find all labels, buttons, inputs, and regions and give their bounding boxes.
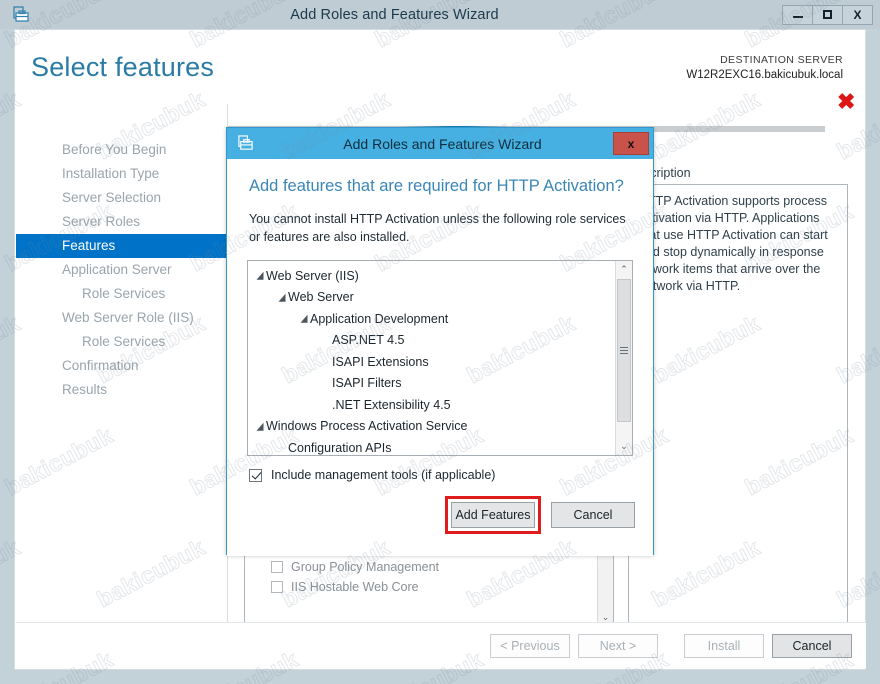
- cancel-button[interactable]: Cancel: [772, 633, 852, 658]
- minimize-button[interactable]: [782, 4, 813, 25]
- list-item-label: Group Policy Management: [291, 560, 439, 574]
- required-features-tree[interactable]: ◢ Web Server (IIS) ◢ Web Server ◢ Applic…: [247, 260, 633, 456]
- tree-item[interactable]: ◢ Web Server (IIS): [254, 265, 632, 287]
- include-management-tools-checkbox[interactable]: Include management tools (if applicable): [249, 468, 633, 482]
- tree-item-label: Web Server (IIS): [266, 268, 359, 283]
- wizard-footer: < Previous Next > Install Cancel: [16, 622, 866, 668]
- tree-item-spacer: [320, 356, 332, 368]
- tree-item[interactable]: .NET Extensibility 4.5: [254, 394, 632, 416]
- sidebar-item-confirmation[interactable]: Confirmation: [16, 354, 227, 378]
- sidebar-item-results[interactable]: Results: [16, 378, 227, 402]
- next-button[interactable]: Next >: [578, 633, 658, 658]
- tree-item[interactable]: Configuration APIs: [254, 437, 632, 455]
- tree-item[interactable]: ISAPI Filters: [254, 373, 632, 395]
- sidebar-item-server-selection[interactable]: Server Selection: [16, 186, 227, 210]
- window-titlebar: Add Roles and Features Wizard X: [0, 0, 880, 29]
- dialog-close-button[interactable]: x: [613, 132, 649, 155]
- window-controls: X: [782, 4, 873, 25]
- description-text: HTTP Activation supports process activat…: [628, 184, 848, 626]
- expand-triangle-icon[interactable]: ◢: [298, 312, 310, 325]
- wizard-window: Add Roles and Features Wizard X Select f…: [0, 0, 880, 684]
- tree-item[interactable]: ◢ Web Server: [254, 287, 632, 309]
- sidebar-item-installation-type[interactable]: Installation Type: [16, 162, 227, 186]
- scrollbar-thumb[interactable]: [617, 279, 631, 422]
- chevron-up-icon[interactable]: ⌃: [616, 261, 632, 278]
- dialog-button-row: Add Features Cancel: [445, 496, 635, 534]
- list-item-label: IIS Hostable Web Core: [291, 580, 419, 594]
- close-button[interactable]: X: [842, 4, 873, 25]
- sidebar-item-features[interactable]: Features: [16, 234, 227, 258]
- install-button[interactable]: Install: [684, 633, 764, 658]
- tree-item-label: Windows Process Activation Service: [266, 419, 468, 434]
- tree-scrollbar[interactable]: ⌃ ⌄: [615, 261, 632, 455]
- list-item[interactable]: IIS Hostable Web Core: [245, 577, 613, 597]
- tree-item-label: Web Server: [288, 290, 354, 305]
- tree-item-label: .NET Extensibility 4.5: [332, 397, 451, 412]
- sidebar-item-role-services-iis[interactable]: Role Services: [16, 330, 227, 354]
- checkbox-checked-icon[interactable]: [249, 468, 262, 482]
- tree-item-spacer: [320, 335, 332, 347]
- dialog-titlebar: Add Roles and Features Wizard x: [227, 128, 653, 159]
- expand-triangle-icon[interactable]: ◢: [276, 291, 288, 304]
- tree-item-spacer: [320, 378, 332, 390]
- tree-item-label: ISAPI Extensions: [332, 354, 429, 369]
- highlight-annotation-box: Add Features: [445, 496, 541, 534]
- checkbox-label: Include management tools (if applicable): [271, 468, 496, 482]
- dialog-body-text: You cannot install HTTP Activation unles…: [249, 212, 626, 244]
- checkbox-icon[interactable]: [271, 561, 283, 573]
- tree-item-spacer: [276, 442, 288, 454]
- sidebar-item-web-server-role-iis[interactable]: Web Server Role (IIS): [16, 306, 227, 330]
- expand-triangle-icon[interactable]: ◢: [254, 420, 266, 433]
- page-header: Select features DESTINATION SERVER W12R2…: [15, 30, 865, 88]
- description-column: Description HTTP Activation supports pro…: [628, 166, 848, 626]
- tree-item[interactable]: ◢ Windows Process Activation Service: [254, 416, 632, 438]
- sidebar-item-before-you-begin[interactable]: Before You Begin: [16, 138, 227, 162]
- description-label: Description: [628, 166, 691, 180]
- tree-item-label: Application Development: [310, 311, 449, 326]
- destination-server-block: DESTINATION SERVER W12R2EXC16.bakicubuk.…: [686, 53, 843, 83]
- wizard-sidebar: Before You Begin Installation Type Serve…: [16, 104, 228, 644]
- tree-item[interactable]: ISAPI Extensions: [254, 351, 632, 373]
- destination-server-name: W12R2EXC16.bakicubuk.local: [686, 69, 843, 81]
- tree-item-label: Configuration APIs: [288, 440, 392, 455]
- checkbox-icon[interactable]: [271, 581, 283, 593]
- dialog-cancel-button[interactable]: Cancel: [551, 502, 635, 528]
- previous-button[interactable]: < Previous: [490, 633, 570, 658]
- sidebar-item-server-roles[interactable]: Server Roles: [16, 210, 227, 234]
- list-item[interactable]: Group Policy Management: [245, 557, 613, 577]
- destination-server-label: DESTINATION SERVER: [720, 54, 843, 66]
- tree-item[interactable]: ◢ Application Development: [254, 308, 632, 330]
- add-features-dialog: Add Roles and Features Wizard x Add feat…: [226, 127, 654, 556]
- sidebar-item-application-server[interactable]: Application Server: [16, 258, 227, 282]
- dialog-title: Add Roles and Features Wizard: [343, 135, 542, 152]
- add-features-button[interactable]: Add Features: [451, 502, 535, 528]
- dialog-heading: Add features that are required for HTTP …: [249, 177, 624, 195]
- annotation-x-mark: ✖: [837, 89, 856, 114]
- page-title: Select features: [31, 52, 215, 82]
- maximize-button[interactable]: [812, 4, 843, 25]
- chevron-down-icon[interactable]: ⌄: [616, 438, 632, 455]
- tree-item-label: ISAPI Filters: [332, 376, 402, 391]
- tree-item-spacer: [320, 399, 332, 411]
- expand-triangle-icon[interactable]: ◢: [254, 269, 266, 282]
- sidebar-item-role-services-app[interactable]: Role Services: [16, 282, 227, 306]
- dialog-body: Add features that are required for HTTP …: [227, 159, 653, 556]
- tree-item-label: ASP.NET 4.5: [332, 333, 405, 348]
- tree-item[interactable]: ASP.NET 4.5: [254, 330, 632, 352]
- window-title: Add Roles and Features Wizard: [290, 6, 499, 23]
- grip-icon: [620, 347, 628, 354]
